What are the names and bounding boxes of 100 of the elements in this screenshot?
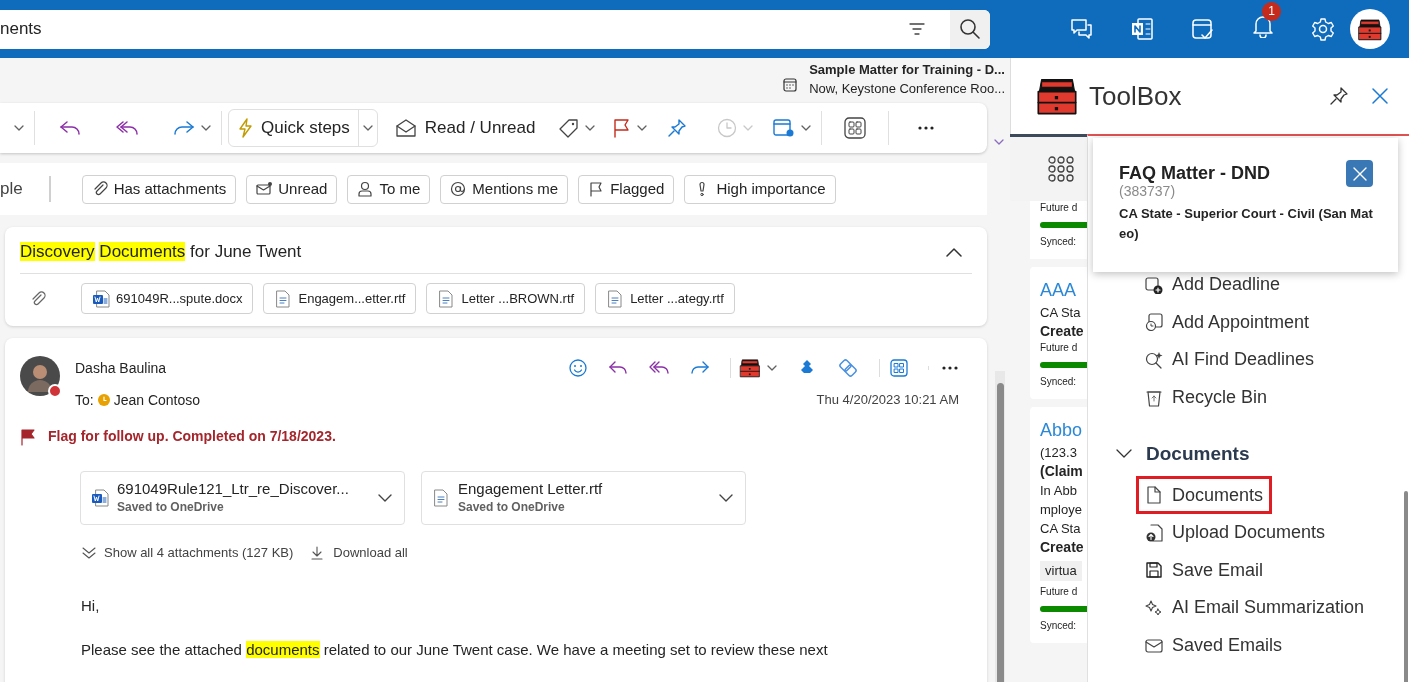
avatar-icon (20, 356, 60, 396)
card-text: mploye (1040, 501, 1083, 519)
chat-icon[interactable] (1069, 18, 1093, 40)
chevron-down-icon (362, 125, 373, 131)
apps-icon (844, 117, 867, 139)
menu-item[interactable]: Save Email (1145, 551, 1409, 590)
notebook-icon[interactable] (1130, 17, 1154, 41)
sender-name[interactable]: Dasha Baulina (75, 357, 568, 379)
calendar-check-icon[interactable] (1191, 17, 1215, 41)
chevron-down-icon (14, 125, 24, 131)
matter-number: (383737) (1119, 183, 1177, 201)
attachment-card[interactable]: Engagement Letter.rtf Saved to OneDrive (421, 471, 746, 525)
diamond-link-icon[interactable] (837, 357, 859, 379)
card-tag: virtua (1040, 561, 1082, 581)
follow-up-flag-text: Flag for follow up. Completed on 7/18/2023. (48, 427, 336, 446)
attachment-chip[interactable]: Letter ...ategy.rtf (595, 283, 735, 314)
card-text: Synced: (1040, 235, 1078, 249)
menu-item[interactable]: AI Email Summarization (1145, 589, 1409, 627)
card-text: Create (1040, 322, 1085, 341)
close-icon[interactable] (1371, 87, 1389, 105)
collapse-icon[interactable] (946, 247, 962, 257)
read-unread-button[interactable]: Read / Unread (395, 115, 536, 141)
menu-item[interactable]: Add Appointment (1145, 303, 1310, 342)
matter-card[interactable]: Future d Synced: (1030, 201, 1087, 259)
chevron-down-icon (637, 125, 648, 131)
body-paragraph: Hi, (81, 595, 101, 616)
toolbox-menu-button[interactable] (730, 358, 777, 378)
chevron-down-icon (201, 125, 211, 131)
matter-title: FAQ Matter - DND (1119, 162, 1271, 185)
clock-icon (717, 118, 738, 138)
search-icon[interactable] (959, 18, 981, 40)
forward-icon (173, 120, 195, 136)
download-all-link[interactable]: Download all (311, 543, 408, 563)
filter-chip[interactable]: Unread (246, 174, 338, 204)
menu-item[interactable]: AI Find Deadlines (1145, 341, 1315, 379)
reminder-detail: Now, Keystone Conference Roo... (809, 80, 1005, 98)
progress-bar (1040, 606, 1087, 612)
search-field[interactable]: nents (0, 9, 990, 49)
reply-all-icon[interactable] (648, 360, 670, 376)
pin-icon[interactable] (1329, 86, 1349, 106)
court-name: CA State - Superior Court - Civil (San Mateo) (1119, 205, 1374, 243)
flag-icon (20, 427, 36, 446)
filter-chip[interactable]: High importance (684, 174, 836, 204)
filter-chip[interactable]: Has attachments (81, 174, 237, 204)
filter-chip[interactable]: To me (347, 174, 431, 204)
menu-item[interactable]: Saved Emails (1145, 626, 1409, 665)
card-text: CA Sta (1040, 520, 1082, 538)
section-header[interactable]: Documents (1116, 436, 1250, 473)
menu-item[interactable]: Recycle Bin (1145, 378, 1268, 417)
attachment-chip[interactable]: 691049R...spute.docx (81, 283, 254, 314)
card-text: CA Sta (1040, 304, 1082, 322)
document-upload-icon (1145, 523, 1163, 542)
reply-icon (59, 120, 81, 136)
apps-icon[interactable] (890, 359, 908, 377)
text-document-icon (606, 289, 625, 308)
attachment-chip[interactable]: Engagem...etter.rtf (263, 283, 417, 314)
card-text: Create (1040, 538, 1085, 557)
toolbox-title: ToolBox (1089, 79, 1183, 113)
chevron-down-icon[interactable] (719, 494, 733, 502)
bell-icon[interactable] (1252, 13, 1274, 38)
card-text: (Claim (1040, 462, 1084, 481)
emoji-icon[interactable] (568, 358, 588, 378)
attachment-name: Engagement Letter.rtf (458, 480, 604, 498)
chevron-down-icon[interactable] (378, 494, 392, 502)
rules-icon (773, 118, 796, 138)
recipient-name[interactable]: Jean Contoso (113, 389, 817, 411)
close-button[interactable] (1346, 160, 1373, 187)
matter-card[interactable]: AAA CA Sta Create Future d Synced: (1030, 267, 1087, 399)
chevron-down-icon (743, 125, 754, 131)
attachment-card[interactable]: 691049Rule121_Ltr_re_Discover... Saved to OneDrive (80, 471, 405, 525)
show-all-attachments-link[interactable]: Show all 4 attachments (127 KB) (82, 543, 294, 563)
download-icon (311, 545, 324, 560)
more-icon[interactable] (941, 366, 959, 370)
filter-chip[interactable]: Mentions me (440, 174, 569, 204)
progress-bar (1040, 362, 1087, 368)
pin-icon (667, 118, 688, 138)
paperclip-icon (30, 290, 46, 307)
body-paragraph: Please see the attached documents related to our June Twent case. We have a meeting set to review these next (81, 640, 829, 660)
word-document-icon (91, 489, 109, 507)
grid-icon[interactable] (1048, 156, 1074, 182)
reminder-title[interactable]: Sample Matter for Training - D... (809, 60, 1005, 79)
toolbox-icon (739, 358, 761, 378)
menu-item[interactable]: Documents (1136, 476, 1273, 514)
attachment-chip[interactable]: Letter ...BROWN.rtf (426, 283, 586, 314)
reply-icon[interactable] (608, 360, 628, 376)
filter-chip[interactable]: Flagged (578, 174, 675, 204)
card-text: Synced: (1040, 375, 1078, 389)
flag-icon (613, 118, 632, 138)
toolbox-icon (1035, 76, 1079, 116)
toolbox-app-button[interactable] (1350, 9, 1390, 49)
forward-icon[interactable] (690, 360, 710, 376)
settings-icon[interactable] (1311, 17, 1335, 41)
person-icon (357, 181, 374, 197)
calendar-plus-icon (1145, 275, 1163, 294)
save-icon (1145, 561, 1163, 580)
matter-card[interactable]: Abbo (123.3 (Claim In Abb mploye CA Sta Create virtua Future d Synced: (1030, 407, 1087, 643)
reply-all-icon (115, 120, 139, 136)
at-sign-icon (450, 181, 467, 197)
menu-item[interactable]: Add Deadline (1145, 266, 1281, 304)
filter-icon[interactable] (909, 23, 925, 35)
